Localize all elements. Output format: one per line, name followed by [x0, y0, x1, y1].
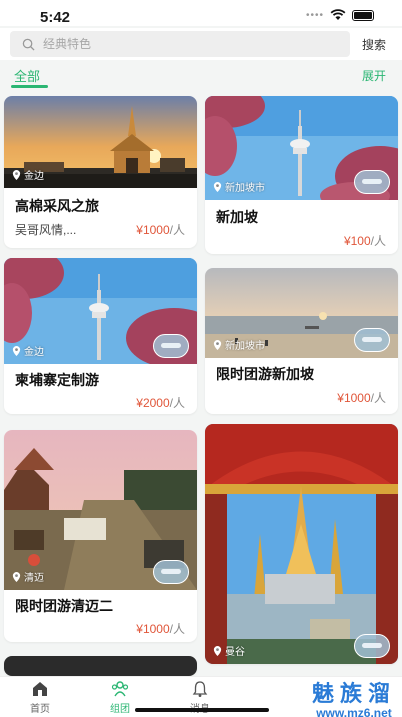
tour-card-partial[interactable] — [4, 656, 197, 676]
nav-home[interactable]: 首页 — [20, 680, 60, 715]
location-pin-icon — [213, 181, 222, 192]
tour-card[interactable]: 曼谷 — [205, 424, 398, 664]
battery-icon — [352, 9, 374, 21]
search-button[interactable]: 搜索 — [362, 36, 386, 53]
tour-image: 新加坡市 — [205, 96, 398, 200]
status-bar: 5:42 •••• — [0, 0, 402, 26]
status-time: 5:42 — [40, 9, 71, 26]
location-pin-icon — [12, 169, 21, 180]
location-label: 新加坡市 — [213, 337, 265, 352]
location-text: 曼谷 — [225, 647, 245, 658]
search-row: 搜索 — [0, 28, 402, 60]
watermark-title: 魅族溜 — [311, 681, 396, 706]
photo-badge — [354, 328, 390, 352]
photo-badge — [153, 560, 189, 584]
tour-card[interactable]: 新加坡市 限时团游新加坡 ¥1000/人 — [205, 268, 398, 414]
tab-active-indicator — [11, 85, 48, 88]
signal-icon: •••• — [305, 9, 324, 21]
price-value: ¥100 — [343, 234, 371, 248]
tour-price: ¥100/人 — [344, 232, 386, 249]
location-text: 清迈 — [24, 573, 44, 584]
bell-icon — [192, 681, 208, 697]
search-box[interactable] — [10, 31, 350, 57]
search-icon — [22, 38, 35, 51]
price-value: ¥1000 — [337, 391, 371, 405]
tour-card[interactable]: 金边 柬埔寨定制游 ¥2000/人 — [4, 258, 197, 414]
nav-home-label: 首页 — [30, 704, 50, 715]
tour-image: 金边 — [4, 258, 197, 364]
price-unit: /人 — [370, 234, 386, 248]
location-label: 清迈 — [12, 569, 44, 584]
nav-group[interactable]: 组团 — [100, 680, 140, 715]
location-label: 金边 — [12, 167, 44, 182]
tour-title: 限时团游新加坡 — [216, 366, 314, 382]
price-value: ¥1000 — [136, 622, 170, 636]
tour-image: 清迈 — [4, 430, 197, 590]
tour-price: ¥1000/人 — [136, 221, 185, 238]
photo-badge — [354, 170, 390, 194]
watermark: 魅族溜 www.mz6.net — [312, 676, 396, 717]
search-input[interactable] — [43, 37, 323, 51]
location-text: 新加坡市 — [225, 341, 265, 352]
tour-title: 柬埔寨定制游 — [15, 372, 99, 388]
tour-card[interactable]: 清迈 限时团游清迈二 ¥1000/人 — [4, 430, 197, 642]
tour-image: 曼谷 — [205, 424, 398, 664]
wifi-icon — [330, 9, 346, 20]
tour-image: 金边 — [4, 96, 197, 188]
home-indicator — [135, 708, 269, 712]
price-value: ¥1000 — [136, 223, 170, 237]
tour-card[interactable]: 金边 高棉采风之旅 吴哥风情,... ¥1000/人 — [4, 96, 197, 248]
location-pin-icon — [213, 645, 222, 656]
nav-group-label: 组团 — [110, 704, 130, 715]
location-pin-icon — [12, 571, 21, 582]
status-icons: •••• — [306, 9, 374, 21]
tour-title: 新加坡 — [216, 209, 258, 225]
tour-price: ¥1000/人 — [337, 389, 386, 406]
photo-badge — [354, 634, 390, 658]
tour-subtitle: 吴哥风情,... — [15, 223, 77, 237]
location-label: 新加坡市 — [213, 179, 265, 194]
home-icon — [33, 682, 47, 696]
expand-button[interactable]: 展开 — [362, 67, 386, 84]
tour-title: 高棉采风之旅 — [15, 198, 99, 214]
tour-image: 新加坡市 — [205, 268, 398, 358]
location-text: 金边 — [24, 171, 44, 182]
tour-title: 限时团游清迈二 — [15, 598, 113, 614]
location-text: 新加坡市 — [225, 183, 265, 194]
location-label: 曼谷 — [213, 643, 245, 658]
price-unit: /人 — [169, 622, 185, 636]
location-label: 金边 — [12, 343, 44, 358]
tour-card[interactable]: 新加坡市 新加坡 ¥100/人 — [205, 96, 398, 254]
photo-badge — [153, 334, 189, 358]
filter-tabs: 全部 展开 — [0, 60, 402, 90]
price-unit: /人 — [370, 391, 386, 405]
watermark-url: www.mz6.net — [316, 706, 392, 717]
location-text: 金边 — [24, 347, 44, 358]
price-value: ¥2000 — [136, 396, 170, 410]
location-pin-icon — [213, 339, 222, 350]
location-pin-icon — [12, 345, 21, 356]
tab-all[interactable]: 全部 — [14, 66, 40, 85]
group-icon — [111, 681, 129, 697]
tour-price: ¥1000/人 — [136, 620, 185, 637]
tour-price: ¥2000/人 — [136, 394, 185, 411]
price-unit: /人 — [169, 223, 185, 237]
price-unit: /人 — [169, 396, 185, 410]
